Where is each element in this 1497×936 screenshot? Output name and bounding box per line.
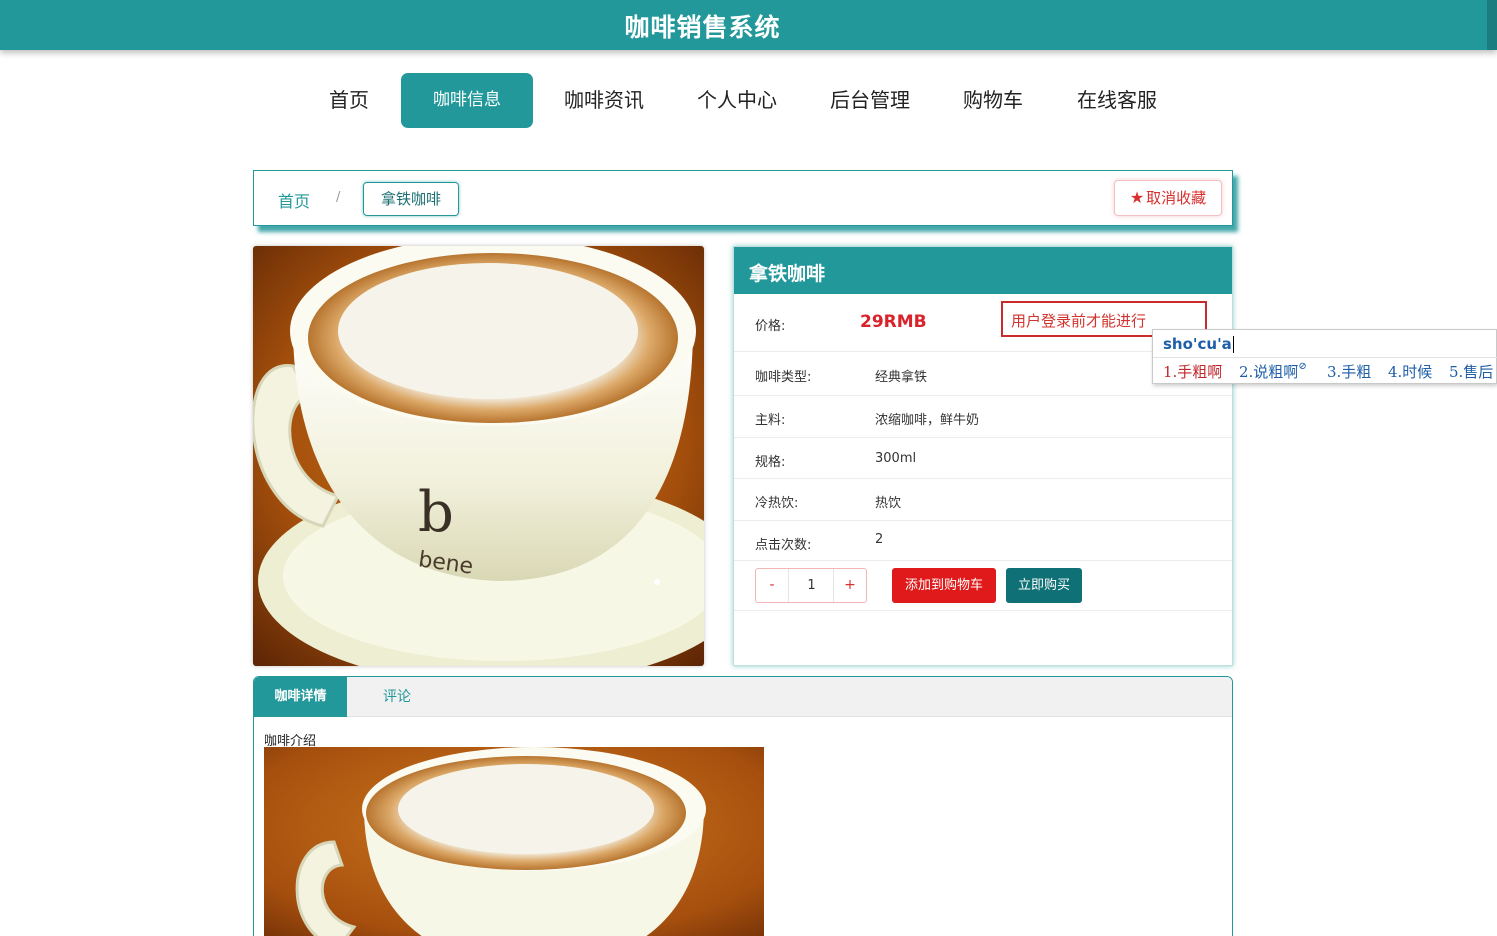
nav-item-coffee-info[interactable]: 咖啡信息 [401, 73, 533, 128]
quantity-decrease-button[interactable]: - [756, 569, 789, 602]
field-row: 规格: 300ml [734, 438, 1232, 479]
nav-item-cart[interactable]: 购物车 [955, 73, 1031, 128]
field-value: 2 [875, 532, 884, 547]
unfavorite-label: 取消收藏 [1146, 189, 1207, 207]
field-value: 热饮 [875, 496, 902, 511]
unfavorite-button[interactable]: ★ 取消收藏 [1114, 180, 1222, 216]
check-circle-icon: ⊘ [1298, 361, 1307, 372]
add-to-cart-button[interactable]: 添加到购物车 [892, 568, 996, 603]
product-name: 拿铁咖啡 [734, 247, 1232, 294]
detail-image [264, 747, 764, 936]
ime-candidate[interactable]: 5.售后 [1449, 361, 1493, 382]
product-info-panel: 拿铁咖啡 价格: 29RMB 用户登录前才能进行 咖啡类型: 经典拿铁 主料: … [733, 246, 1233, 666]
tab-coffee-detail[interactable]: 咖啡详情 [254, 677, 347, 717]
ime-candidate-window: sho'cu'a 1.手粗啊 2.说粗啊⊘ 3.手粗 4.时候 5.售后 [1152, 329, 1497, 384]
field-label: 冷热饮: [755, 496, 799, 511]
buy-now-button[interactable]: 立即购买 [1006, 568, 1082, 603]
coffee-cup-detail-photo [264, 747, 764, 936]
main-nav: 首页 咖啡信息 咖啡资讯 个人中心 后台管理 购物车 在线客服 [0, 73, 1497, 128]
nav-item-coffee-news[interactable]: 咖啡资讯 [556, 73, 652, 128]
svg-text:b: b [418, 480, 454, 545]
field-label: 咖啡类型: [755, 370, 812, 385]
field-value: 300ml [875, 451, 917, 466]
price-value: 29RMB [860, 312, 927, 332]
ime-candidate[interactable]: 3.手粗 [1327, 361, 1371, 382]
breadcrumb: 首页 / 拿铁咖啡 ★ 取消收藏 [253, 170, 1233, 226]
price-label: 价格: [755, 319, 786, 334]
breadcrumb-separator: / [336, 190, 341, 205]
breadcrumb-current: 拿铁咖啡 [363, 182, 459, 216]
nav-item-home[interactable]: 首页 [318, 73, 380, 128]
ime-candidate[interactable]: 4.时候 [1388, 361, 1432, 382]
ime-divider [1153, 357, 1497, 358]
field-label: 点击次数: [755, 538, 812, 553]
detail-tabs: 咖啡详情 评论 咖啡介绍 [253, 676, 1233, 936]
ime-candidate[interactable]: 1.手粗啊 [1163, 361, 1222, 382]
breadcrumb-home[interactable]: 首页 [278, 188, 310, 212]
product-image: b bene [253, 246, 704, 666]
nav-item-admin[interactable]: 后台管理 [822, 73, 918, 128]
tab-comments[interactable]: 评论 [347, 677, 447, 717]
field-label: 规格: [755, 455, 786, 470]
field-value: 浓缩咖啡，鲜牛奶 [875, 413, 980, 428]
star-icon: ★ [1129, 188, 1145, 207]
field-row: 冷热饮: 热饮 [734, 479, 1232, 521]
nav-item-personal-center[interactable]: 个人中心 [689, 73, 785, 128]
field-row: 点击次数: 2 [734, 521, 1232, 561]
nav-item-online-service[interactable]: 在线客服 [1069, 73, 1165, 128]
quantity-input[interactable]: 1 [790, 569, 833, 602]
field-label: 主料: [755, 413, 786, 428]
ime-input-text: sho'cu'a [1163, 335, 1232, 353]
ime-composition: sho'cu'a [1163, 335, 1234, 353]
coffee-cup-photo: b bene [253, 246, 704, 666]
quantity-increase-button[interactable]: + [833, 569, 866, 602]
scrollbar-edge [1487, 0, 1497, 50]
field-value: 经典拿铁 [875, 370, 928, 385]
top-header: 咖啡销售系统 [0, 0, 1497, 50]
site-title: 咖啡销售系统 [624, 13, 781, 42]
ime-candidate[interactable]: 2.说粗啊⊘ [1239, 361, 1307, 382]
text-caret [1232, 336, 1234, 353]
field-row: 主料: 浓缩咖啡，鲜牛奶 [734, 396, 1232, 438]
ime-candidate-text: 2.说粗啊 [1239, 363, 1299, 381]
quantity-stepper: - 1 + [755, 568, 867, 603]
